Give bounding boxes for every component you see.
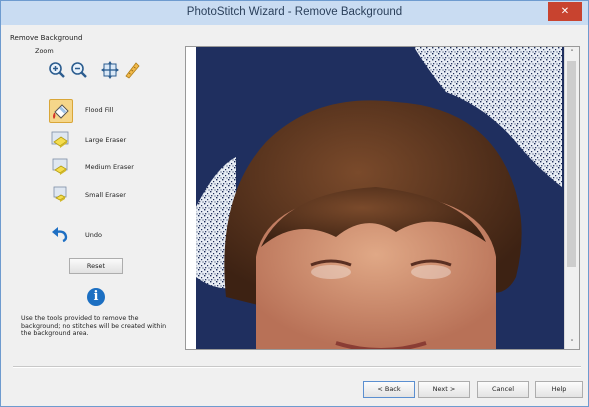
photo-preview[interactable] [186,47,564,349]
large-eraser-label: Large Eraser [85,136,127,144]
title-bar: PhotoStitch Wizard - Remove Background ✕ [1,1,588,25]
zoom-out-button[interactable] [69,60,89,80]
wizard-window: PhotoStitch Wizard - Remove Background ✕… [0,0,589,407]
close-button[interactable]: ✕ [548,2,582,21]
zoom-fit-button[interactable] [100,60,120,80]
help-button[interactable]: Help [535,381,583,398]
undo-tool[interactable]: Undo [49,224,169,248]
image-preview-frame: ˄ ˅ [185,46,580,350]
scroll-down-icon[interactable]: ˅ [565,337,579,349]
zoom-out-icon [71,62,87,78]
ruler-icon [125,62,140,79]
flood-fill-icon [49,99,73,123]
info-icon: i [87,288,105,306]
large-eraser-icon [49,129,71,151]
window-title: PhotoStitch Wizard - Remove Background [186,6,403,18]
scroll-thumb[interactable] [567,61,576,267]
large-eraser-tool[interactable]: Large Eraser [49,129,169,153]
zoom-fit-icon [101,61,119,79]
cancel-button[interactable]: Cancel [477,381,529,398]
zoom-label: Zoom [35,47,54,55]
measure-button[interactable] [122,60,142,80]
small-eraser-icon [49,184,71,206]
medium-eraser-tool[interactable]: Medium Eraser [49,156,169,180]
zoom-in-button[interactable] [47,60,67,80]
help-text: Use the tools provided to remove the bac… [21,315,167,338]
vertical-scrollbar[interactable]: ˄ ˅ [564,47,579,349]
medium-eraser-label: Medium Eraser [85,163,134,171]
undo-label: Undo [85,231,102,239]
zoom-in-icon [49,62,65,78]
footer-divider [13,366,581,368]
reset-button[interactable]: Reset [69,258,123,274]
wizard-content: Remove Background Zoom Flood Fill Large … [7,26,583,402]
small-eraser-label: Small Eraser [85,191,126,199]
medium-eraser-icon [49,156,71,178]
back-button[interactable]: < Back [363,381,415,398]
undo-icon [49,224,71,246]
flood-fill-tool[interactable]: Flood Fill [49,99,169,123]
remove-background-group-label: Remove Background [10,34,83,42]
scroll-up-icon[interactable]: ˄ [565,47,579,59]
small-eraser-tool[interactable]: Small Eraser [49,184,169,208]
next-button[interactable]: Next > [418,381,470,398]
flood-fill-label: Flood Fill [85,106,114,114]
